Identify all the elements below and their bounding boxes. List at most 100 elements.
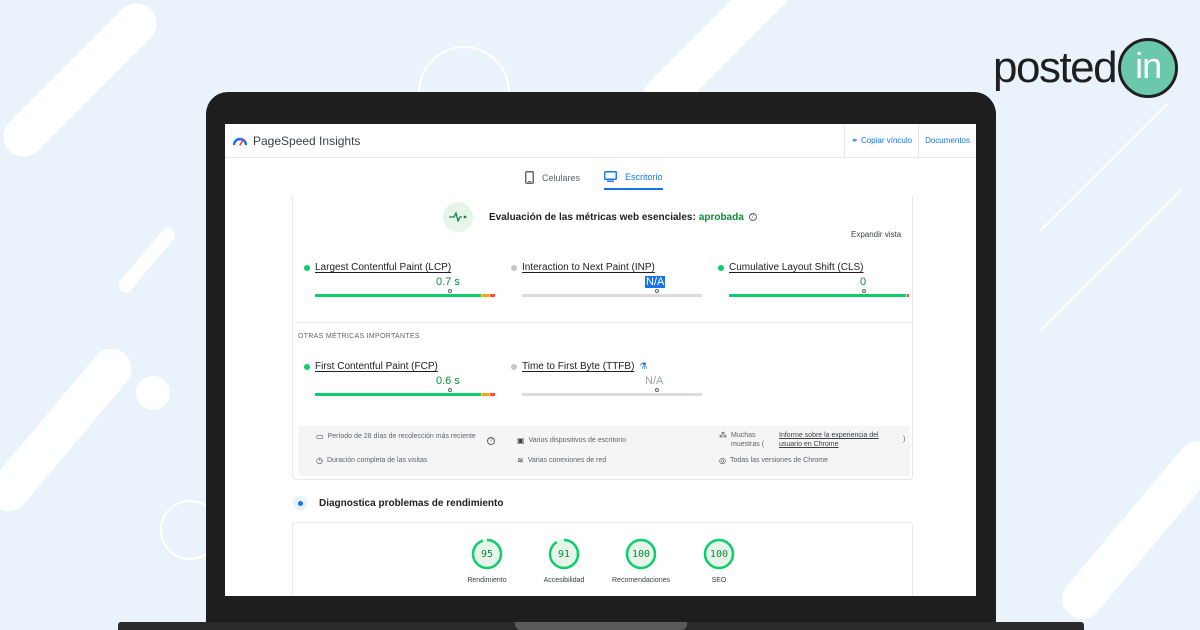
good-segment [315, 294, 482, 297]
data-collection-info: ▭ Período de 28 días de recolección más … [298, 426, 910, 476]
score-value: 91 [557, 548, 571, 560]
status-dot [304, 264, 310, 271]
section-divider [298, 322, 910, 323]
chrome-icon: ◎ [719, 456, 726, 465]
logo-badge-text: in [1135, 45, 1162, 86]
average-segment [482, 393, 489, 396]
poor-segment [489, 393, 495, 396]
info-samples-suffix: ) [903, 436, 906, 443]
info-devices-text: Varios dispositivos de escritorio [528, 437, 627, 444]
background-stripe [1053, 432, 1200, 628]
tab-celulares[interactable]: Celulares [525, 171, 580, 190]
percentile-marker [655, 388, 659, 392]
info-period-text: Período de 28 días de recolección más re… [327, 433, 476, 440]
score-gauge: 100 [703, 538, 735, 570]
logo-word: posted [993, 43, 1118, 92]
good-segment [729, 294, 907, 297]
status-dot [718, 264, 724, 271]
samples-icon: ⁂ [719, 431, 727, 440]
distribution-bar [729, 294, 909, 297]
info-duration: ◷ Duración completa de las visitas [316, 456, 427, 465]
percentile-marker [448, 289, 452, 293]
score-accessibility[interactable]: 91 Accesibilidad [524, 538, 604, 584]
good-segment [315, 393, 482, 396]
metric-ttfb[interactable]: Time to First Byte (TTFB) ⚗ N/A [511, 361, 702, 396]
status-dot [511, 363, 517, 370]
score-gauge: 91 [548, 538, 580, 570]
experimental-flask-icon: ⚗ [639, 361, 648, 371]
average-segment [482, 294, 489, 297]
docs-link[interactable]: Documentos [918, 124, 976, 157]
metric-value: 0 [860, 276, 867, 288]
desktop-icon [604, 171, 617, 182]
info-devices: ▣ Varios dispositivos de escritorio [517, 436, 626, 445]
app-name: PageSpeed Insights [253, 133, 361, 148]
score-best-practices[interactable]: 100 Recomendaciones [601, 538, 681, 584]
devices-icon: ▣ [517, 436, 525, 445]
app-brand[interactable]: PageSpeed Insights [233, 134, 360, 148]
info-duration-text: Duración completa de las visitas [326, 457, 428, 464]
info-chrome: ◎ Todas las versiones de Chrome [719, 456, 828, 465]
background-line [1039, 103, 1168, 232]
laptop-screen: PageSpeed Insights ⚭ Copiar vínculo Docu… [225, 124, 976, 596]
score-label: SEO [711, 577, 727, 584]
poor-segment [907, 294, 909, 297]
distribution-bar [522, 294, 702, 297]
copy-link-button[interactable]: ⚭ Copiar vínculo [844, 124, 918, 157]
tab-escritorio[interactable]: Escritorio [604, 171, 663, 190]
status-dot [304, 363, 310, 370]
percentile-marker [862, 289, 866, 293]
pulse-icon [443, 202, 473, 232]
score-value: 100 [631, 548, 651, 560]
header-links: ⚭ Copiar vínculo Documentos [844, 124, 976, 157]
distribution-bar [522, 393, 702, 396]
metric-name: Largest Contentful Paint (LCP) [315, 262, 452, 273]
lighthouse-icon [293, 496, 307, 510]
score-value: 100 [709, 548, 729, 560]
metric-fcp[interactable]: First Contentful Paint (FCP) 0.6 s [304, 361, 495, 396]
metric-inp[interactable]: Interaction to Next Paint (INP) N/A [511, 262, 702, 297]
score-seo[interactable]: 100 SEO [679, 538, 759, 584]
percentile-marker [655, 289, 659, 293]
assessment-status: aprobada [698, 211, 744, 223]
other-metrics-heading: OTRAS MÉTRICAS IMPORTANTES [298, 333, 420, 340]
metric-lcp[interactable]: Largest Contentful Paint (LCP) 0.7 s [304, 262, 495, 297]
background-dot [136, 376, 170, 410]
info-samples: ⁂ Muchas muestras ( Informe sobre la exp… [719, 431, 905, 449]
copy-link-label: Copiar vínculo [860, 136, 913, 145]
diagnostics-title: Diagnostica problemas de rendimiento [319, 497, 504, 509]
wifi-icon: ≋ [517, 456, 524, 465]
metric-name: Cumulative Layout Shift (CLS) [729, 262, 864, 273]
distribution-bar [315, 393, 495, 396]
distribution-bar [315, 294, 495, 297]
expand-view-button[interactable]: Expandir vista [851, 230, 901, 239]
pagespeed-logo-icon [233, 137, 247, 146]
info-samples-prefix: Muchas muestras ( [731, 432, 765, 448]
percentile-marker [448, 388, 452, 392]
background-stripe [115, 224, 179, 296]
metric-value: N/A [645, 375, 664, 387]
app-header: PageSpeed Insights ⚭ Copiar vínculo Docu… [225, 124, 976, 158]
score-value: 95 [480, 548, 494, 560]
score-label: Rendimiento [467, 577, 507, 584]
laptop-notch [515, 622, 687, 630]
timer-icon: ◷ [316, 456, 323, 465]
crux-report-link[interactable]: Informe sobre la experiencia del usuario… [779, 431, 901, 449]
metric-cls[interactable]: Cumulative Layout Shift (CLS) 0 [718, 262, 909, 297]
metric-value: N/A [645, 276, 666, 288]
status-dot [511, 264, 517, 271]
poor-segment [489, 294, 495, 297]
tab-escritorio-label: Escritorio [625, 171, 663, 182]
score-label: Accesibilidad [543, 577, 585, 584]
metric-name: Interaction to Next Paint (INP) [522, 262, 655, 273]
score-performance[interactable]: 95 Rendimiento [447, 538, 527, 584]
calendar-icon: ▭ [316, 432, 324, 441]
metric-value: 0.6 s [436, 375, 460, 387]
help-icon[interactable]: ? [748, 213, 757, 221]
help-icon[interactable]: ? [487, 437, 495, 445]
info-chrome-text: Todas las versiones de Chrome [729, 457, 829, 464]
info-connections-text: Varias conexiones de red [527, 457, 607, 464]
score-gauge: 95 [471, 538, 503, 570]
phone-icon [525, 171, 534, 184]
info-connections: ≋ Varias conexiones de red [517, 456, 606, 465]
